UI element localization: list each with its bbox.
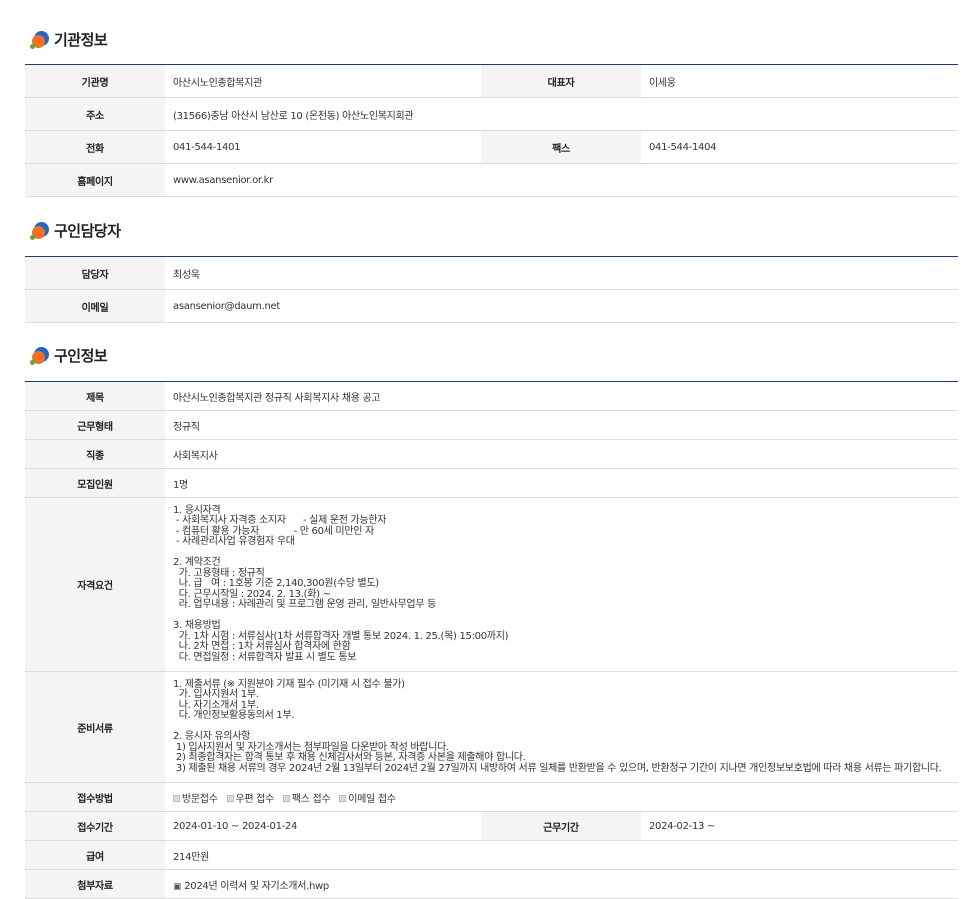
job-docs-label: 준비서류 bbox=[25, 671, 165, 783]
attachment-link[interactable]: 2024년 이력서 및 자기소개서.hwp bbox=[184, 881, 329, 892]
job-info-table: 제목 아산시노인종합복지관 정규직 사회복지사 채용 공고 근무형태 정규직 직… bbox=[25, 381, 959, 899]
table-row: 홈페이지 www.asansenior.or.kr bbox=[25, 163, 958, 197]
section-title-text: 구인정보 bbox=[54, 346, 108, 365]
org-home-label: 홈페이지 bbox=[25, 163, 165, 197]
job-qual-value: 1. 응시자격 - 사회복지사 자격증 소지자 - 실제 운전 가능한자 - 컴… bbox=[165, 497, 959, 672]
method-visit: 방문접수 bbox=[173, 794, 218, 805]
job-count-label: 모집인원 bbox=[25, 468, 165, 498]
checkbox-icon bbox=[339, 795, 347, 802]
table-row: 제목 아산시노인종합복지관 정규직 사회복지사 채용 공고 bbox=[25, 381, 959, 411]
job-attach-label: 첨부자료 bbox=[25, 869, 165, 899]
org-fax-value: 041-544-1404 bbox=[641, 130, 958, 164]
job-period-value: 2024-01-10 ~ 2024-01-24 bbox=[165, 811, 481, 841]
job-qual-label: 자격요건 bbox=[25, 497, 165, 672]
contact-person-label: 담당자 bbox=[25, 256, 165, 290]
job-method-label: 접수방법 bbox=[25, 782, 165, 812]
section-title-text: 기관정보 bbox=[54, 30, 108, 49]
job-docs-value: 1. 제출서류 (※ 지원분야 기재 필수 (미기재 시 접수 불가) 가. 입… bbox=[165, 671, 959, 783]
job-attach-value: ▣ 2024년 이력서 및 자기소개서.hwp bbox=[165, 869, 959, 899]
job-title-value: 아산시노인종합복지관 정규직 사회복지사 채용 공고 bbox=[165, 381, 959, 411]
org-ceo-value: 이세웅 bbox=[641, 64, 958, 98]
table-row: 접수기간 2024-01-10 ~ 2024-01-24 근무기간 2024-0… bbox=[25, 811, 959, 841]
section-bullet-icon bbox=[30, 29, 50, 49]
table-row: 주소 (31566)충남 아산시 남산로 10 (온천동) 아산노인복지회관 bbox=[25, 97, 958, 131]
org-addr-label: 주소 bbox=[25, 97, 165, 131]
org-ceo-label: 대표자 bbox=[481, 64, 641, 98]
job-type-value: 정규직 bbox=[165, 410, 959, 440]
job-salary-label: 급여 bbox=[25, 840, 165, 870]
job-salary-value: 214만원 bbox=[165, 840, 959, 870]
section-title-contact: 구인담당자 bbox=[30, 218, 121, 242]
table-row: 급여 214만원 bbox=[25, 840, 959, 870]
contact-info-table: 담당자 최성욱 이메일 asansenior@daum.net bbox=[25, 256, 958, 323]
job-title-label: 제목 bbox=[25, 381, 165, 411]
checkbox-icon bbox=[226, 795, 234, 802]
section-title-job: 구인정보 bbox=[30, 343, 108, 367]
job-workperiod-label: 근무기간 bbox=[481, 811, 641, 841]
table-row: 이메일 asansenior@daum.net bbox=[25, 289, 958, 323]
section-title-text: 구인담당자 bbox=[54, 221, 121, 240]
method-label: 팩스 접수 bbox=[291, 793, 331, 805]
table-row: 접수방법 방문접수 우편 접수 팩스 접수 이메일 접수 bbox=[25, 782, 959, 812]
table-row: 모집인원 1명 bbox=[25, 468, 959, 498]
job-period-label: 접수기간 bbox=[25, 811, 165, 841]
section-bullet-icon bbox=[30, 345, 50, 365]
org-tel-label: 전화 bbox=[25, 130, 165, 164]
table-row: 담당자 최성욱 bbox=[25, 256, 958, 290]
method-email: 이메일 접수 bbox=[339, 793, 396, 805]
org-home-link[interactable]: www.asansenior.or.kr bbox=[165, 163, 958, 197]
checkbox-icon bbox=[173, 795, 180, 802]
job-kind-label: 직종 bbox=[25, 439, 165, 469]
attachment-icon: ▣ bbox=[173, 881, 182, 892]
method-label: 우편 접수 bbox=[235, 793, 275, 805]
table-row: 자격요건 1. 응시자격 - 사회복지사 자격증 소지자 - 실제 운전 가능한… bbox=[25, 497, 959, 672]
org-fax-label: 팩스 bbox=[481, 130, 641, 164]
table-row: 기관명 아산시노인종합복지관 대표자 이세웅 bbox=[25, 64, 958, 98]
job-kind-value: 사회복지사 bbox=[165, 439, 959, 469]
checkbox-icon bbox=[282, 795, 290, 802]
section-bullet-icon bbox=[30, 220, 50, 240]
method-label: 이메일 접수 bbox=[348, 793, 396, 805]
table-row: 전화 041-544-1401 팩스 041-544-1404 bbox=[25, 130, 958, 164]
contact-person-value: 최성욱 bbox=[165, 256, 958, 290]
table-row: 준비서류 1. 제출서류 (※ 지원분야 기재 필수 (미기재 시 접수 불가)… bbox=[25, 671, 959, 783]
contact-email-label: 이메일 bbox=[25, 289, 165, 323]
job-type-label: 근무형태 bbox=[25, 410, 165, 440]
method-mail: 우편 접수 bbox=[226, 793, 275, 805]
table-row: 근무형태 정규직 bbox=[25, 410, 959, 440]
org-tel-value: 041-544-1401 bbox=[165, 130, 481, 164]
contact-email-link[interactable]: asansenior@daum.net bbox=[165, 289, 958, 323]
job-count-value: 1명 bbox=[165, 468, 959, 498]
org-name-label: 기관명 bbox=[25, 64, 165, 98]
table-row: 첨부자료 ▣ 2024년 이력서 및 자기소개서.hwp bbox=[25, 869, 959, 899]
method-fax: 팩스 접수 bbox=[282, 793, 331, 805]
org-name-value: 아산시노인종합복지관 bbox=[165, 64, 481, 98]
section-title-org: 기관정보 bbox=[30, 27, 108, 51]
job-method-value: 방문접수 우편 접수 팩스 접수 이메일 접수 bbox=[165, 782, 959, 812]
org-addr-value: (31566)충남 아산시 남산로 10 (온천동) 아산노인복지회관 bbox=[165, 97, 958, 131]
job-workperiod-value: 2024-02-13 ~ bbox=[641, 811, 959, 841]
method-label: 방문접수 bbox=[182, 793, 218, 805]
table-row: 직종 사회복지사 bbox=[25, 439, 959, 469]
org-info-table: 기관명 아산시노인종합복지관 대표자 이세웅 주소 (31566)충남 아산시 … bbox=[25, 64, 958, 197]
